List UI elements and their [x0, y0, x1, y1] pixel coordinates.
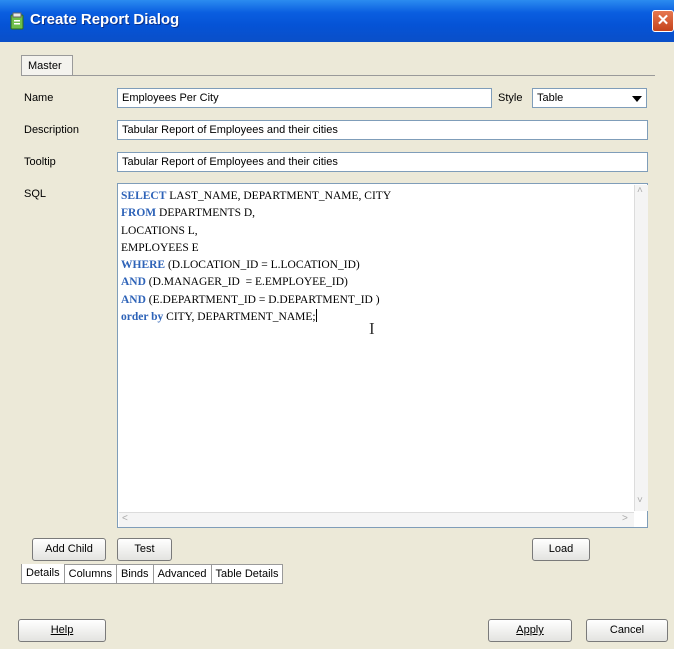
sql-line: AND (E.DEPARTMENT_ID = D.DEPARTMENT_ID ): [121, 292, 391, 309]
help-button[interactable]: Help: [18, 619, 106, 642]
text-caret: [315, 309, 317, 323]
create-report-dialog: Create Report Dialog ✕ Master Name Emplo…: [0, 0, 674, 649]
sql-keyword: AND: [121, 276, 146, 289]
scroll-up-icon[interactable]: ˄: [637, 185, 643, 196]
close-icon: ✕: [656, 12, 670, 29]
sql-keyword: AND: [121, 293, 146, 306]
scroll-right-icon[interactable]: >: [622, 513, 628, 524]
tab-columns[interactable]: Columns: [64, 564, 118, 584]
horizontal-scrollbar[interactable]: < >: [119, 512, 634, 527]
sql-line: EMPLOYEES E: [121, 240, 391, 257]
sql-text-segment: (D.LOCATION_ID = L.LOCATION_ID): [165, 259, 360, 272]
sql-text-segment: LAST_NAME, DEPARTMENT_NAME, CITY: [166, 190, 392, 202]
sql-line: order by CITY, DEPARTMENT_NAME;: [121, 309, 391, 326]
sql-line: WHERE (D.LOCATION_ID = L.LOCATION_ID): [121, 257, 391, 274]
dialog-body: Master Name Employees Per City Style Tab…: [0, 42, 674, 649]
scroll-down-icon[interactable]: ˅: [637, 495, 643, 506]
sql-text-segment: (E.DEPARTMENT_ID = D.DEPARTMENT_ID ): [145, 293, 380, 306]
sql-line: SELECT LAST_NAME, DEPARTMENT_NAME, CITY: [121, 188, 391, 205]
sql-editor[interactable]: SELECT LAST_NAME, DEPARTMENT_NAME, CITY F…: [117, 183, 648, 528]
sql-label: SQL: [24, 188, 47, 200]
tab-binds[interactable]: Binds: [117, 564, 154, 584]
style-select-value: Table: [537, 92, 564, 104]
dialog-title: Create Report Dialog: [30, 11, 180, 28]
sql-code[interactable]: SELECT LAST_NAME, DEPARTMENT_NAME, CITY F…: [121, 188, 391, 326]
description-label: Description: [24, 124, 80, 136]
sql-line: FROM DEPARTMENTS D,: [121, 205, 391, 222]
sql-line: AND (D.MANAGER_ID = E.EMPLOYEE_ID): [121, 274, 391, 291]
report-icon: [10, 12, 24, 30]
tab-details[interactable]: Details: [21, 564, 65, 584]
sql-text-segment: LOCATIONS L,: [121, 224, 198, 237]
title-bar[interactable]: Create Report Dialog ✕: [0, 0, 674, 43]
description-field[interactable]: Tabular Report of Employees and their ci…: [117, 120, 648, 140]
close-button[interactable]: ✕: [652, 10, 674, 32]
sql-text-segment: (D.MANAGER_ID = E.EMPLOYEE_ID): [145, 276, 348, 289]
tab-master[interactable]: Master: [21, 55, 73, 76]
cancel-button[interactable]: Cancel: [586, 619, 668, 642]
sql-keyword: FROM: [121, 207, 157, 220]
chevron-down-icon: [632, 96, 642, 102]
tooltip-label: Tooltip: [24, 156, 56, 168]
tooltip-field[interactable]: Tabular Report of Employees and their ci…: [117, 152, 648, 172]
add-child-button[interactable]: Add Child: [32, 538, 106, 561]
text-cursor-icon: I: [369, 319, 375, 338]
apply-button[interactable]: Apply: [488, 619, 572, 642]
name-field[interactable]: Employees Per City: [117, 88, 492, 108]
vertical-scrollbar[interactable]: ˄ ˅: [634, 185, 648, 511]
sql-keyword: SELECT: [121, 190, 167, 202]
bottom-tab-strip: Details Columns Binds Advanced Table Details: [21, 564, 284, 584]
sql-text-segment: CITY, DEPARTMENT_NAME;: [163, 311, 316, 324]
tab-advanced[interactable]: Advanced: [153, 564, 212, 584]
sql-text-segment: EMPLOYEES E: [121, 241, 199, 254]
sql-text-segment: DEPARTMENTS D,: [156, 207, 256, 220]
sql-line: LOCATIONS L,: [121, 223, 391, 240]
name-label: Name: [24, 92, 54, 104]
test-button[interactable]: Test: [117, 538, 172, 561]
tab-strip-divider: [21, 75, 655, 76]
style-select[interactable]: Table: [532, 88, 647, 108]
apply-button-label: Apply: [516, 624, 544, 636]
help-button-label: Help: [50, 624, 74, 636]
sql-keyword: WHERE: [121, 259, 166, 272]
tab-table-details[interactable]: Table Details: [211, 564, 284, 584]
scroll-left-icon[interactable]: <: [122, 513, 128, 524]
load-button[interactable]: Load: [532, 538, 590, 561]
style-label: Style: [498, 92, 523, 104]
sql-keyword: order by: [121, 311, 164, 324]
